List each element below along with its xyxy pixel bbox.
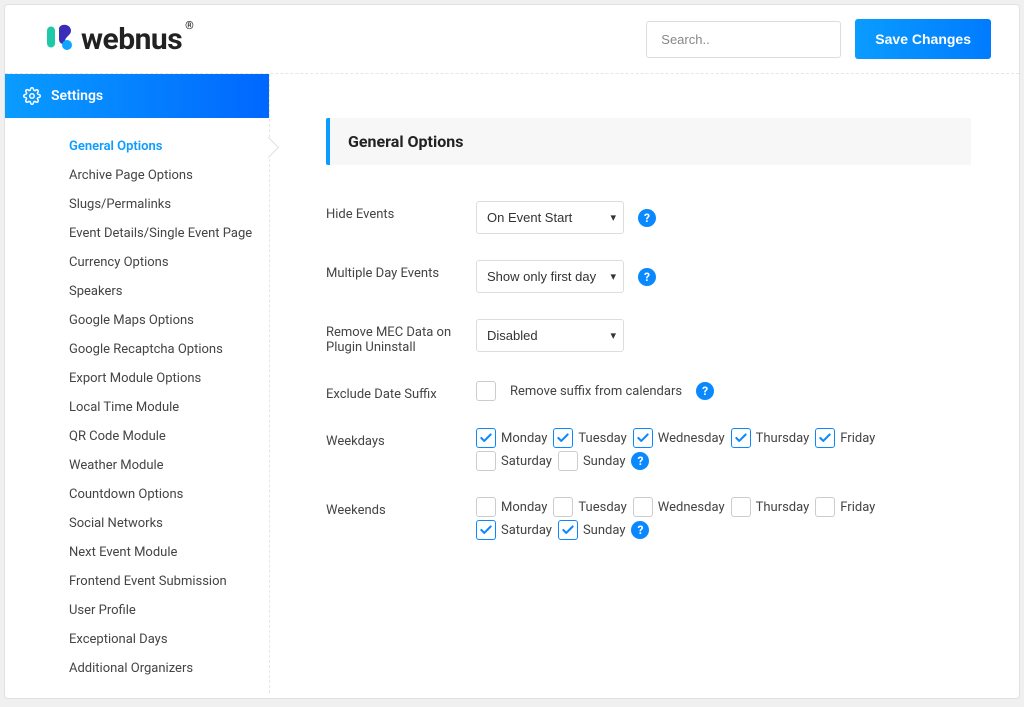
- day-label: Wednesday: [658, 500, 725, 515]
- day-item: Monday: [476, 497, 547, 517]
- exclude-suffix-option: Remove suffix from calendars: [510, 384, 682, 399]
- sidebar-item[interactable]: Social Networks: [5, 509, 269, 538]
- sidebar-item[interactable]: Exceptional Days: [5, 625, 269, 654]
- day-item: Friday: [815, 497, 875, 517]
- day-item: Monday: [476, 428, 547, 448]
- day-item: Sunday: [558, 520, 626, 540]
- sidebar-item[interactable]: Currency Options: [5, 248, 269, 277]
- brand-logo: webnus ®: [41, 21, 193, 57]
- day-label: Saturday: [501, 454, 552, 469]
- day-label: Wednesday: [658, 431, 725, 446]
- checkbox-day[interactable]: [553, 428, 573, 448]
- day-item: Thursday: [731, 428, 810, 448]
- day-label: Sunday: [583, 523, 626, 538]
- checkbox-day[interactable]: [476, 451, 496, 471]
- main-panel: General Options Hide Events On Event Sta…: [270, 74, 1019, 693]
- day-item: Saturday: [476, 520, 552, 540]
- sidebar-item[interactable]: Additional Organizers: [5, 654, 269, 683]
- label-multiple-day: Multiple Day Events: [326, 260, 476, 281]
- help-icon[interactable]: ?: [631, 452, 649, 470]
- day-item: Tuesday: [553, 497, 626, 517]
- help-icon[interactable]: ?: [638, 268, 656, 286]
- checkbox-day[interactable]: [476, 497, 496, 517]
- sidebar-item[interactable]: Frontend Event Submission: [5, 567, 269, 596]
- label-remove-data: Remove MEC Data on Plugin Uninstall: [326, 319, 476, 355]
- checkbox-day[interactable]: [815, 497, 835, 517]
- checkbox-day[interactable]: [476, 520, 496, 540]
- checkbox-day[interactable]: [731, 497, 751, 517]
- day-label: Monday: [501, 431, 547, 446]
- checkbox-exclude-suffix[interactable]: [476, 381, 496, 401]
- registered-mark: ®: [185, 19, 194, 32]
- sidebar-item[interactable]: Google Maps Options: [5, 306, 269, 335]
- label-hide-events: Hide Events: [326, 201, 476, 222]
- day-label: Saturday: [501, 523, 552, 538]
- sidebar-item[interactable]: User Profile: [5, 596, 269, 625]
- sidebar-item[interactable]: Speakers: [5, 277, 269, 306]
- search-input[interactable]: [646, 21, 841, 58]
- help-icon[interactable]: ?: [696, 382, 714, 400]
- section-title: General Options: [326, 118, 971, 165]
- sidebar-item[interactable]: Local Time Module: [5, 393, 269, 422]
- sidebar-item[interactable]: Google Recaptcha Options: [5, 335, 269, 364]
- day-label: Thursday: [756, 500, 810, 515]
- select-multiple-day[interactable]: Show only first day: [476, 260, 624, 293]
- checkbox-day[interactable]: [633, 497, 653, 517]
- checkbox-day[interactable]: [558, 520, 578, 540]
- checkbox-day[interactable]: [815, 428, 835, 448]
- sidebar-item[interactable]: Archive Page Options: [5, 161, 269, 190]
- sidebar: Settings General OptionsArchive Page Opt…: [5, 74, 270, 693]
- checkbox-day[interactable]: [553, 497, 573, 517]
- day-item: Thursday: [731, 497, 810, 517]
- day-item: Sunday: [558, 451, 626, 471]
- day-item: Saturday: [476, 451, 552, 471]
- sidebar-item[interactable]: Slugs/Permalinks: [5, 190, 269, 219]
- sidebar-item[interactable]: Export Module Options: [5, 364, 269, 393]
- brand-text: webnus: [81, 22, 182, 57]
- sidebar-item[interactable]: General Options: [5, 132, 269, 161]
- save-changes-button[interactable]: Save Changes: [855, 19, 991, 59]
- sidebar-header[interactable]: Settings: [5, 74, 269, 118]
- help-icon[interactable]: ?: [638, 209, 656, 227]
- logo-mark-icon: [41, 21, 79, 57]
- day-label: Tuesday: [578, 431, 626, 446]
- select-hide-events[interactable]: On Event Start: [476, 201, 624, 234]
- day-label: Thursday: [756, 431, 810, 446]
- label-exclude-suffix: Exclude Date Suffix: [326, 381, 476, 402]
- day-label: Monday: [501, 500, 547, 515]
- checkbox-day[interactable]: [633, 428, 653, 448]
- label-weekends: Weekends: [326, 497, 476, 518]
- day-label: Friday: [840, 500, 875, 515]
- sidebar-title: Settings: [51, 88, 103, 104]
- sidebar-item[interactable]: QR Code Module: [5, 422, 269, 451]
- sidebar-item[interactable]: Event Details/Single Event Page: [5, 219, 269, 248]
- day-label: Tuesday: [578, 500, 626, 515]
- sidebar-item[interactable]: Countdown Options: [5, 480, 269, 509]
- sidebar-item[interactable]: Next Event Module: [5, 538, 269, 567]
- checkbox-day[interactable]: [476, 428, 496, 448]
- sidebar-item[interactable]: Weather Module: [5, 451, 269, 480]
- day-label: Friday: [840, 431, 875, 446]
- help-icon[interactable]: ?: [631, 521, 649, 539]
- header: webnus ® Save Changes: [5, 5, 1019, 74]
- label-weekdays: Weekdays: [326, 428, 476, 449]
- day-label: Sunday: [583, 454, 626, 469]
- checkbox-day[interactable]: [558, 451, 578, 471]
- select-remove-data[interactable]: Disabled: [476, 319, 624, 352]
- day-item: Wednesday: [633, 497, 725, 517]
- checkbox-day[interactable]: [731, 428, 751, 448]
- day-item: Tuesday: [553, 428, 626, 448]
- gear-icon: [23, 87, 41, 105]
- day-item: Wednesday: [633, 428, 725, 448]
- day-item: Friday: [815, 428, 875, 448]
